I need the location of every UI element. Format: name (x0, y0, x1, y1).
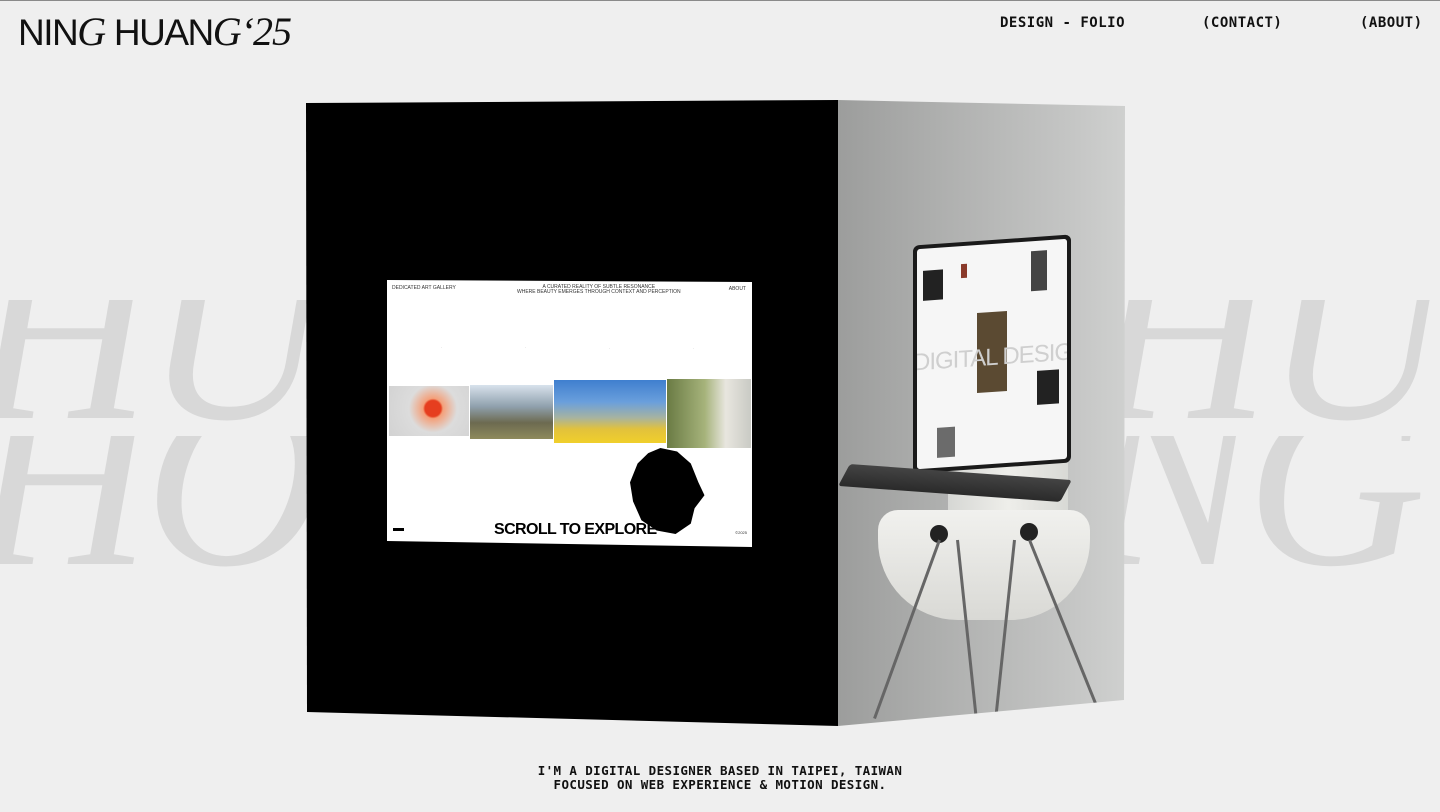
site-logo[interactable]: NING HUANG‘25 (18, 9, 292, 54)
laptop-thumbnail (1031, 250, 1047, 292)
laptop-display: DIGITAL DESIGNER DIG (913, 234, 1071, 474)
logo-part: NIN (18, 12, 79, 53)
gallery-photo (470, 385, 553, 439)
laptop-thumbnail (961, 263, 967, 279)
grid-marker: · (609, 346, 611, 351)
chair-bolt (1020, 523, 1038, 541)
background-text-top-right: HU (1090, 196, 1440, 473)
logo-part-italic: G‘25 (212, 9, 292, 54)
grid-marker: · (441, 345, 443, 350)
tagline-line-2: FOCUSED ON WEB EXPERIENCE & MOTION DESIG… (553, 777, 887, 792)
preview-title: DEDICATED ART GALLERY (392, 285, 456, 291)
laptop-thumbnail (1037, 369, 1059, 405)
background-text-top-left: HU (0, 196, 320, 473)
photo-strip (389, 379, 751, 450)
grid-marker: · (693, 346, 695, 351)
logo-part-italic: G (77, 9, 106, 54)
preview-subtitle: A CURATED REALITY OF SUBTLE RESONANCE WH… (517, 285, 681, 295)
preview-about-link: ABOUT (728, 286, 746, 292)
grid-marker: · (525, 345, 527, 350)
tagline-line-1: I'M A DIGITAL DESIGNER BASED IN TAIPEI, … (537, 763, 903, 778)
gallery-photo (554, 380, 666, 443)
preview-subtitle-line: WHERE BEAUTY EMERGES THROUGH CONTEXT AND… (517, 289, 681, 295)
laptop-thumbnail (923, 269, 943, 301)
gallery-photo (389, 386, 469, 436)
preview-signature: ©2025 (735, 530, 747, 535)
nav-contact[interactable]: (CONTACT) (1202, 15, 1282, 31)
project-preview-screen[interactable]: DEDICATED ART GALLERY A CURATED REALITY … (387, 280, 752, 547)
scroll-to-explore: SCROLL TO EXPLORE (494, 521, 657, 538)
nav-about[interactable]: (ABOUT) (1360, 15, 1423, 31)
chair-seat (878, 510, 1090, 620)
preview-badge (393, 528, 404, 531)
logo-part: HUAN (105, 12, 214, 53)
laptop-screen-content: DIGITAL DESIGNER DIG (917, 238, 1067, 470)
gallery-photo (667, 379, 751, 448)
cube-face-right[interactable]: DIGITAL DESIGNER DIG (838, 100, 1125, 726)
top-border (0, 0, 1440, 1)
laptop-thumbnail (937, 426, 955, 458)
nav-design-folio[interactable]: DESIGN - FOLIO (1000, 15, 1125, 31)
